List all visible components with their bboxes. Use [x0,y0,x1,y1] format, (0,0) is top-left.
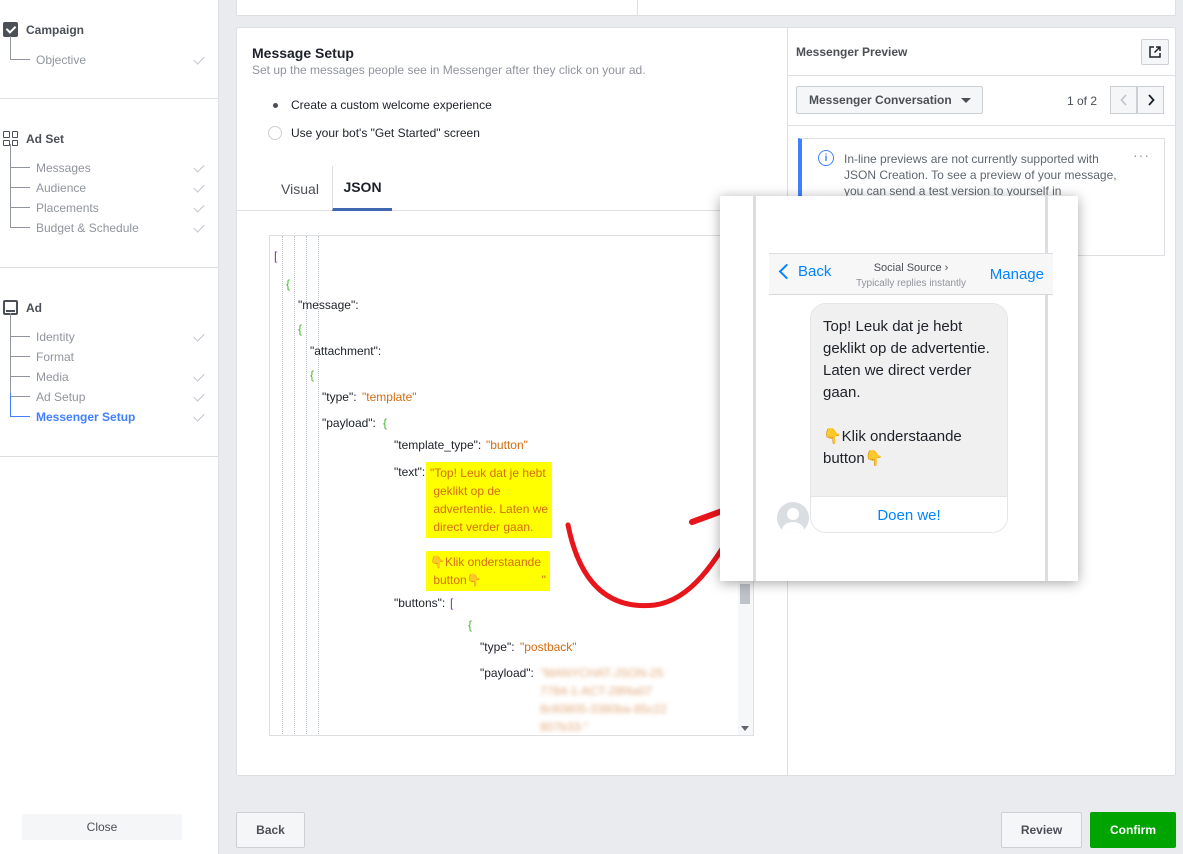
sidebar-item-label: Messages [36,161,91,175]
sidebar-item-audience[interactable]: Audience [10,164,206,198]
preview-page-count: 1 of 2 [1067,94,1098,108]
radio-custom-welcome[interactable]: Create a custom welcome experience [268,98,492,112]
sidebar-item-label: Messenger Setup [36,410,136,424]
nav-group-ad: Ad Identity Format Media Ad Setup Messen… [0,268,218,457]
json-brace: { [298,322,303,336]
open-external-button[interactable] [1141,39,1169,65]
editor-tabs: Visual JSON [237,166,788,211]
message-bubble: Top! Leuk dat je hebt geklikt op de adve… [810,303,1008,533]
radio-dot [268,126,282,140]
json-bracket: [ [450,596,454,610]
sidebar-item-label: Budget & Schedule [36,221,139,235]
sidebar-item-label: Ad Setup [36,390,86,404]
info-icon: i [818,150,834,166]
check-icon [193,161,205,173]
radio-label: Use your bot's "Get Started" screen [291,126,480,140]
confirm-button[interactable]: Confirm [1090,812,1176,848]
sidebar-item-label: Placements [36,201,99,215]
check-icon [193,53,205,65]
sidebar-item-label: Media [36,370,69,384]
sidebar-item-format[interactable]: Format [10,333,206,367]
radio-bot-get-started[interactable]: Use your bot's "Get Started" screen [268,126,480,140]
nav-group-adset: Ad Set Messages Audience Placements Budg… [0,99,218,268]
json-brace: { [468,618,473,632]
tab-visual[interactable]: Visual [270,166,330,211]
check-icon [193,221,205,233]
json-value-postback: "postback" [520,640,577,654]
sidebar-item-label: Audience [36,181,87,195]
radio-label: Create a custom welcome experience [291,98,492,112]
sidebar-item-messages[interactable]: Messages [10,144,206,178]
sidebar-item-label: Objective [36,53,87,67]
external-link-icon [1149,46,1161,58]
json-value-button: "button" [486,438,528,452]
json-payload-value-blurred: "MANYCHAT-JSON-25 7784-1-ACT-28f4a07 8c6… [540,666,667,734]
json-key-type: "type": [322,390,357,404]
messenger-manage-button[interactable]: Manage [990,266,1044,283]
message-text: Top! Leuk dat je hebt geklikt op de adve… [811,304,1007,496]
json-key-payload: "payload": [322,416,376,430]
nav-heading-label: Ad Set [26,131,65,146]
json-key-message: "message": [298,298,359,312]
close-button[interactable]: Close [22,814,182,840]
page-avatar [777,502,809,534]
more-options-icon[interactable]: ··· [1133,147,1150,163]
messenger-header: Back Social Source › Typically replies i… [769,253,1053,295]
json-brace: { [383,416,388,430]
check-icon [193,181,205,193]
back-button[interactable]: Back [236,812,305,848]
json-text-value-highlight-1: "Top! Leuk dat je hebt geklikt op de adv… [426,462,553,538]
sidebar-item-media[interactable]: Media [10,353,206,387]
nav-heading-campaign[interactable]: Campaign [3,22,84,37]
json-key-payload: "payload": [480,666,534,680]
sidebar-item-label: Identity [36,330,75,344]
check-icon [193,201,205,213]
review-button[interactable]: Review [1001,812,1082,848]
messenger-preview-title: Messenger Preview [796,45,908,59]
json-brace: { [310,368,315,382]
sidebar-item-placements[interactable]: Placements [10,184,206,218]
doen-we-button[interactable]: Doen we! [811,496,1007,532]
sidebar-item-budget-schedule[interactable]: Budget & Schedule [10,204,206,238]
previous-section-card [236,0,1176,16]
json-bracket: [ [274,249,278,263]
nav-group-campaign: Campaign Objective [0,0,218,99]
json-text-value-highlight-2: 👇Klik onderstaande button👇 " [426,551,550,591]
json-key-template-type: "template_type": [394,438,482,452]
tab-json[interactable]: JSON [332,166,392,211]
json-key-type: "type": [480,640,515,654]
previous-preview-button[interactable] [1110,86,1137,114]
json-key-buttons: "buttons": [394,596,446,610]
json-key-attachment: "attachment": [310,344,382,358]
message-setup-title: Message Setup [252,45,354,61]
radio-dot [268,98,282,112]
dropdown-label: Messenger Conversation [809,93,952,107]
messenger-phone-preview: Back Social Source › Typically replies i… [720,196,1078,581]
conversation-dropdown[interactable]: Messenger Conversation [796,86,983,114]
nav-heading-label: Campaign [26,22,85,37]
scroll-down-icon[interactable] [741,726,749,731]
json-key-text: "text": [394,465,426,479]
check-icon [193,330,205,342]
sidebar-item-identity[interactable]: Identity [10,313,206,347]
json-value-template: "template" [362,390,417,404]
sidebar-item-messenger-setup[interactable]: Messenger Setup [10,393,206,427]
check-icon [193,390,205,402]
sidebar-item-objective[interactable]: Objective [10,36,206,70]
notice-text: In-line previews are not currently suppo… [844,152,1117,198]
check-icon [193,370,205,382]
campaign-check-icon [3,22,18,37]
sidebar-item-label: Format [36,350,75,364]
check-icon [193,410,205,422]
chevron-left-icon [1119,94,1127,106]
chevron-right-icon [1147,94,1155,106]
sidebar: Campaign Objective Ad Set Messages Audie… [0,0,219,854]
sidebar-item-ad-setup[interactable]: Ad Setup [10,373,206,407]
caret-down-icon [960,97,971,103]
json-brace: { [286,277,291,291]
next-preview-button[interactable] [1137,86,1164,114]
message-setup-subtitle: Set up the messages people see in Messen… [252,63,646,77]
